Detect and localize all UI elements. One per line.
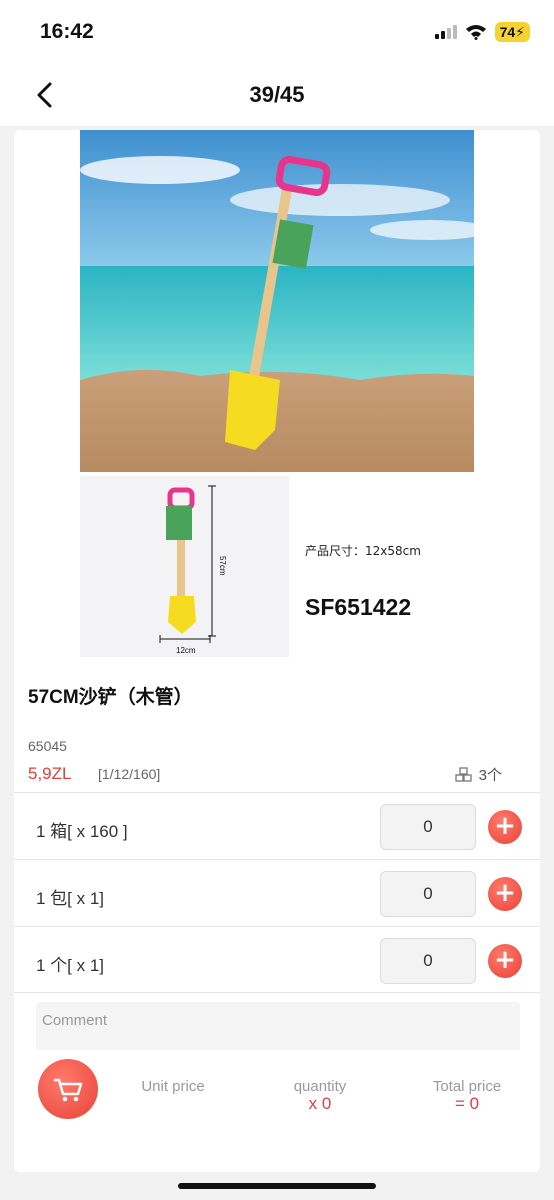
- add-quantity-button[interactable]: +: [488, 944, 522, 978]
- option-label: 1 箱[ x 160 ]: [36, 822, 128, 841]
- product-pack-info: [1/12/160]: [98, 766, 161, 782]
- shovel-dimension-drawing: 57cm 12cm: [159, 485, 227, 655]
- comment-input[interactable]: Comment: [36, 1002, 520, 1054]
- beach-scene-image: [80, 130, 474, 472]
- quantity-summary: quantity x 0: [260, 1078, 380, 1113]
- product-dimension-image[interactable]: 57cm 12cm: [80, 476, 289, 657]
- option-row-pack: 1 包[ x 1] 0 +: [14, 859, 540, 926]
- option-label: 1 个[ x 1]: [36, 956, 105, 975]
- product-code: 65045: [28, 738, 67, 754]
- wifi-icon: [465, 25, 486, 40]
- unit-price-summary: Unit price: [113, 1078, 233, 1095]
- quantity-label: quantity: [293, 1078, 347, 1095]
- home-indicator[interactable]: [178, 1183, 376, 1189]
- quantity-input[interactable]: 0: [380, 938, 476, 984]
- total-price-summary: Total price = 0: [407, 1078, 527, 1113]
- dimension-width-label: 12cm: [176, 646, 196, 655]
- boxes-icon: [455, 766, 472, 782]
- comment-placeholder: Comment: [42, 1012, 108, 1029]
- product-price: 5,9ZL: [28, 764, 72, 783]
- option-row-case: 1 箱[ x 160 ] 0 +: [14, 792, 540, 859]
- order-summary-bar: Unit price quantity x 0 Total price = 0: [14, 1050, 540, 1172]
- product-sku-text: SF651422: [305, 594, 412, 620]
- nav-bar: 39/45: [0, 64, 554, 126]
- status-icons: 74⚡: [434, 22, 530, 42]
- charging-icon: ⚡: [515, 24, 525, 40]
- page-title: 39/45: [249, 82, 305, 107]
- product-main-image[interactable]: [80, 130, 474, 472]
- cart-icon: [53, 1078, 83, 1102]
- quantity-input[interactable]: 0: [380, 804, 476, 850]
- product-card: 57cm 12cm 产品尺寸：12x58cm SF651422 57CM沙铲（木…: [14, 130, 540, 1172]
- status-bar: 16:42 74⚡: [0, 0, 554, 64]
- stock-info: 3个: [455, 764, 502, 785]
- option-row-piece: 1 个[ x 1] 0 +: [14, 926, 540, 993]
- dimension-height-label: 57cm: [218, 556, 227, 576]
- product-spec-image[interactable]: 产品尺寸：12x58cm SF651422: [293, 476, 474, 657]
- quantity-value: x 0: [308, 1094, 332, 1113]
- option-label: 1 包[ x 1]: [36, 889, 105, 908]
- signal-icon: [434, 25, 457, 39]
- battery-level: 74: [499, 24, 516, 40]
- total-price-label: Total price: [432, 1078, 502, 1095]
- add-quantity-button[interactable]: +: [488, 877, 522, 911]
- quantity-input[interactable]: 0: [380, 871, 476, 917]
- product-size-text: 产品尺寸：12x58cm: [305, 544, 421, 558]
- total-price-value: = 0: [454, 1094, 480, 1113]
- product-title: 57CM沙铲（木管）: [28, 687, 193, 708]
- battery-indicator: 74⚡: [494, 22, 530, 42]
- unit-price-label: Unit price: [141, 1078, 205, 1095]
- add-quantity-button[interactable]: +: [488, 810, 522, 844]
- status-time: 16:42: [40, 20, 94, 43]
- stock-count: 3个: [478, 767, 502, 784]
- cart-button[interactable]: [38, 1059, 98, 1119]
